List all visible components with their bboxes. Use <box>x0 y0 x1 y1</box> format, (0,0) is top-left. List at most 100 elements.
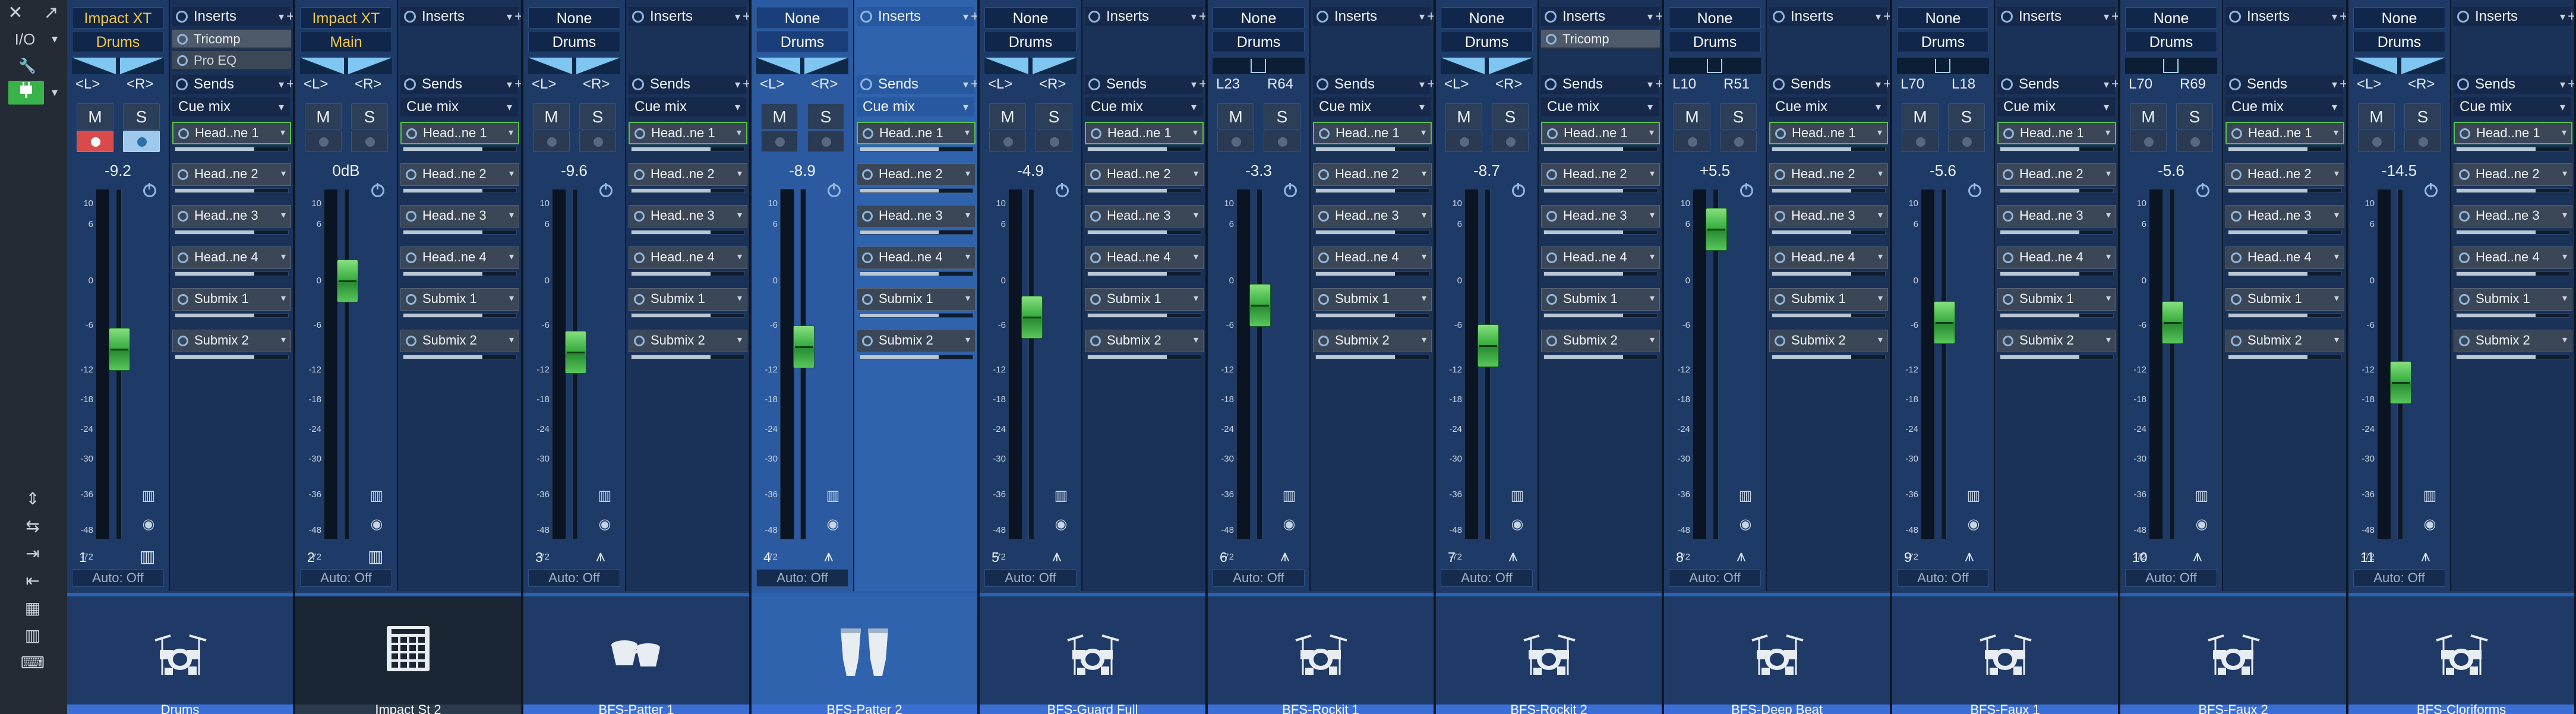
send-level[interactable] <box>403 147 517 151</box>
inserts-power-icon[interactable] <box>1088 11 1100 23</box>
send-dropdown-icon[interactable]: ▾ <box>2562 289 2567 309</box>
send-level[interactable] <box>403 188 517 193</box>
solo-button[interactable]: S <box>2176 103 2213 129</box>
output-select[interactable]: Drums <box>1213 31 1305 52</box>
send-level[interactable] <box>175 313 289 318</box>
pan-control[interactable] <box>528 58 620 74</box>
send-dropdown-icon[interactable]: ▾ <box>2562 206 2567 226</box>
send-dropdown-icon[interactable]: ▾ <box>281 206 286 226</box>
mute-button[interactable]: M <box>2358 103 2395 129</box>
cue-mix-header[interactable]: Cue mix ▾ <box>2225 97 2343 116</box>
send-power-icon[interactable] <box>1090 169 1101 180</box>
send-power-icon[interactable] <box>1090 252 1101 263</box>
send-power-icon[interactable] <box>1775 294 1785 305</box>
view-tool-icon[interactable]: ⇕ <box>18 487 48 511</box>
send-dropdown-icon[interactable]: ▾ <box>965 206 970 226</box>
pan-control[interactable] <box>1669 58 1761 74</box>
input-select[interactable]: None <box>1213 7 1305 29</box>
inserts-power-icon[interactable] <box>176 11 188 23</box>
cue-mix-dropdown-icon[interactable]: ▾ <box>1876 97 1881 116</box>
send-level[interactable] <box>1087 271 1201 276</box>
send-power-icon[interactable] <box>178 252 188 263</box>
send-power-icon[interactable] <box>634 252 645 263</box>
send-power-icon[interactable] <box>863 128 873 139</box>
send-power-icon[interactable] <box>178 128 189 139</box>
channel-power-icon[interactable] <box>1284 183 1297 197</box>
sends-dropdown-icon[interactable]: ▾ <box>1647 75 1653 94</box>
inserts-dropdown-icon[interactable]: ▾ <box>2560 7 2565 26</box>
inserts-header[interactable]: Inserts ▾ + <box>172 7 293 26</box>
inserts-power-icon[interactable] <box>860 11 872 23</box>
send-slot[interactable]: Head..ne 2 ▾ <box>1997 163 2116 186</box>
send-level[interactable] <box>175 230 289 235</box>
send-slot[interactable]: Head..ne 2 ▾ <box>857 163 976 186</box>
send-power-icon[interactable] <box>634 336 645 346</box>
cue-mix-header[interactable]: Cue mix ▾ <box>1541 97 1659 116</box>
sends-power-icon[interactable] <box>1773 78 1785 90</box>
sends-power-icon[interactable] <box>1317 78 1328 90</box>
channel-layout-icon[interactable]: ▥ <box>1052 487 1070 505</box>
input-select[interactable]: None <box>756 7 848 29</box>
link-icon[interactable]: ◉ <box>1737 516 1754 533</box>
send-level[interactable] <box>1087 313 1201 318</box>
output-select[interactable]: Drums <box>1897 31 1989 52</box>
send-slot[interactable]: Submix 1 ▾ <box>1769 288 1888 311</box>
automation-mode[interactable]: Auto: Off <box>2125 569 2217 587</box>
send-dropdown-icon[interactable]: ▾ <box>1650 247 1655 267</box>
send-level[interactable] <box>403 271 517 276</box>
send-slot[interactable]: Head..ne 4 ▾ <box>2454 247 2572 269</box>
sends-power-icon[interactable] <box>176 78 188 90</box>
input-select[interactable]: None <box>1897 7 1989 29</box>
insert-slot[interactable]: Pro EQ <box>172 51 291 70</box>
send-dropdown-icon[interactable]: ▾ <box>1877 123 1882 143</box>
send-level[interactable] <box>2000 355 2114 359</box>
send-level[interactable] <box>2000 230 2114 235</box>
send-power-icon[interactable] <box>178 211 188 222</box>
send-slot[interactable]: Head..ne 3 ▾ <box>1313 205 1432 228</box>
channel-name[interactable]: BFS-Faux 1 <box>1892 704 2118 714</box>
send-slot[interactable]: Head..ne 3 ▾ <box>857 205 976 228</box>
plug-dropdown-icon[interactable]: ▾ <box>48 81 62 105</box>
volume-fader[interactable] <box>2162 301 2183 344</box>
output-select[interactable]: Drums <box>1669 31 1761 52</box>
send-level[interactable] <box>859 188 973 193</box>
send-power-icon[interactable] <box>2003 336 2013 346</box>
send-slot[interactable]: Head..ne 2 ▾ <box>629 163 747 186</box>
monitor-button[interactable] <box>1948 131 1985 152</box>
send-slot[interactable]: Submix 1 ▾ <box>857 288 976 311</box>
solo-button[interactable]: S <box>1948 103 1985 129</box>
send-dropdown-icon[interactable]: ▾ <box>2106 330 2111 350</box>
send-slot[interactable]: Head..ne 3 ▾ <box>629 205 747 228</box>
send-level[interactable] <box>1543 271 1658 276</box>
send-dropdown-icon[interactable]: ▾ <box>737 289 742 309</box>
sends-dropdown-icon[interactable]: ▾ <box>2332 75 2337 94</box>
view-tool-icon[interactable]: ⇤ <box>18 569 48 593</box>
send-slot[interactable]: Head..ne 3 ▾ <box>172 205 291 228</box>
send-power-icon[interactable] <box>2231 252 2242 263</box>
add-send-icon[interactable]: + <box>514 75 521 94</box>
send-slot[interactable]: Head..ne 1 ▾ <box>1085 122 1204 144</box>
send-dropdown-icon[interactable]: ▾ <box>1194 206 1198 226</box>
channel-name[interactable]: BFS-Rockit 2 <box>1436 704 1662 714</box>
inserts-header[interactable]: Inserts ▾ + <box>1541 7 1662 26</box>
send-power-icon[interactable] <box>406 169 416 180</box>
channel-icon-area[interactable] <box>1208 593 1434 704</box>
send-dropdown-icon[interactable]: ▾ <box>2106 247 2111 267</box>
send-power-icon[interactable] <box>1090 294 1101 305</box>
monitor-button[interactable] <box>1036 131 1072 152</box>
send-level[interactable] <box>2228 313 2342 318</box>
cue-mix-dropdown-icon[interactable]: ▾ <box>1419 97 1425 116</box>
channel-power-icon[interactable] <box>828 183 841 197</box>
send-level[interactable] <box>859 147 973 151</box>
send-slot[interactable]: Submix 2 ▾ <box>400 330 519 352</box>
add-insert-icon[interactable]: + <box>743 7 749 26</box>
link-icon[interactable]: ◉ <box>824 516 842 533</box>
inserts-dropdown-icon[interactable]: ▾ <box>2104 7 2109 26</box>
cue-mix-header[interactable]: Cue mix ▾ <box>2454 97 2571 116</box>
record-arm-button[interactable] <box>1445 131 1482 152</box>
add-send-icon[interactable]: + <box>2340 75 2346 94</box>
send-slot[interactable]: Head..ne 2 ▾ <box>1541 163 1660 186</box>
send-power-icon[interactable] <box>2231 211 2242 222</box>
send-level[interactable] <box>631 230 745 235</box>
sends-dropdown-icon[interactable]: ▾ <box>735 75 740 94</box>
